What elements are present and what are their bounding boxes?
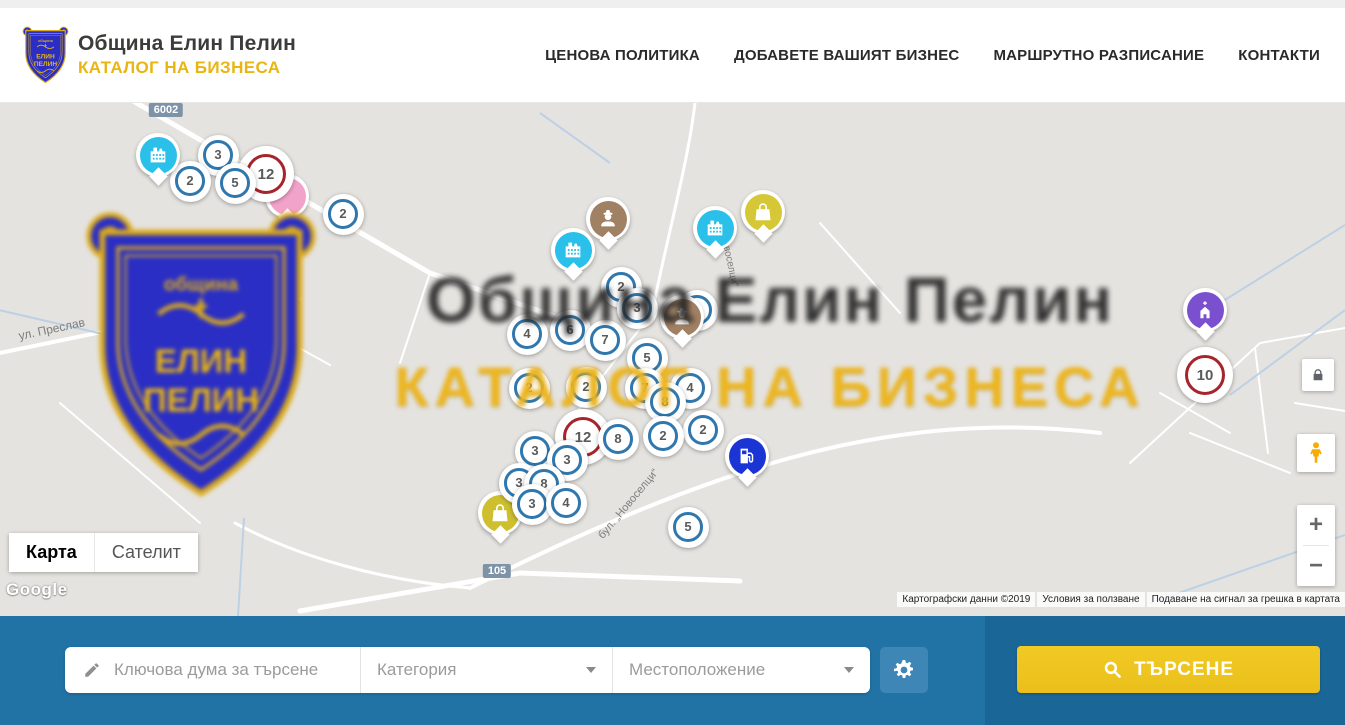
site-title: Община Елин Пелин: [78, 32, 296, 56]
map-cluster-marker[interactable]: 2: [643, 416, 684, 457]
map-cluster-marker[interactable]: 4: [546, 483, 587, 524]
site-subtitle: КАТАЛОГ НА БИЗНЕСА: [78, 58, 296, 78]
google-logo[interactable]: Google: [6, 580, 68, 600]
map-pin-marker[interactable]: [1183, 288, 1227, 338]
map-lock-button[interactable]: [1302, 359, 1334, 391]
pencil-icon: [83, 661, 101, 679]
map-cluster-marker[interactable]: 2: [509, 368, 550, 409]
map-type-control: Карта Сателит: [9, 533, 198, 572]
category-dropdown-label: Категория: [377, 660, 456, 680]
keyword-search-input[interactable]: [114, 660, 354, 680]
category-dropdown[interactable]: Категория: [360, 647, 612, 693]
map-cluster-marker[interactable]: 2: [566, 367, 607, 408]
gear-icon: [892, 658, 916, 682]
zoom-in-button[interactable]: +: [1297, 505, 1335, 545]
brand[interactable]: община ЕЛИН ПЕЛИН Община Елин Пелин КАТА…: [22, 26, 296, 84]
map-zoom-control: + −: [1297, 505, 1335, 586]
map-cluster-marker[interactable]: 3: [617, 288, 658, 329]
map-cluster-marker[interactable]: 7: [585, 320, 626, 361]
chevron-down-icon: [844, 667, 854, 673]
main-nav: ЦЕНОВА ПОЛИТИКА ДОБАВЕТЕ ВАШИЯТ БИЗНЕС М…: [545, 8, 1320, 102]
map-pin-marker[interactable]: [136, 133, 180, 183]
map-cluster-marker[interactable]: 10: [1177, 347, 1233, 403]
nav-item-route-schedule[interactable]: МАРШРУТНО РАЗПИСАНИЕ: [993, 47, 1204, 64]
terms-of-use-link[interactable]: Условия за ползване: [1037, 592, 1144, 607]
map-cluster-marker[interactable]: 6: [550, 310, 591, 351]
road-number-label: 6002: [149, 103, 183, 117]
page-top-strip: [0, 0, 1345, 8]
search-bar: Категория Местоположение ТЪРСЕНЕ: [0, 616, 1345, 725]
nav-item-pricing[interactable]: ЦЕНОВА ПОЛИТИКА: [545, 47, 700, 64]
search-icon: [1103, 660, 1122, 679]
map-cluster-marker[interactable]: 4: [507, 314, 548, 355]
advanced-settings-button[interactable]: [880, 647, 928, 693]
lock-icon: [1311, 368, 1325, 382]
site-header: община ЕЛИН ПЕЛИН Община Елин Пелин КАТА…: [0, 8, 1345, 103]
map-pin-marker[interactable]: [660, 295, 704, 345]
street-view-pegman-button[interactable]: [1297, 434, 1335, 472]
map-pin-marker[interactable]: [741, 190, 785, 240]
municipality-crest-logo: община ЕЛИН ПЕЛИН: [22, 26, 69, 84]
nav-item-add-business[interactable]: ДОБАВЕТЕ ВАШИЯТ БИЗНЕС: [734, 47, 959, 64]
location-dropdown-label: Местоположение: [629, 660, 765, 680]
map-cluster-marker[interactable]: 2: [683, 410, 724, 451]
search-input-group: Категория Местоположение: [65, 647, 870, 693]
map-attribution: Картографски данни ©2019 Условия за полз…: [897, 592, 1345, 607]
nav-item-contacts[interactable]: КОНТАКТИ: [1238, 47, 1320, 64]
map-pin-marker[interactable]: [693, 206, 737, 256]
road-number-label: 105: [483, 564, 511, 578]
map-cluster-marker[interactable]: 8: [598, 419, 639, 460]
chevron-down-icon: [586, 667, 596, 673]
search-button-label: ТЪРСЕНЕ: [1134, 659, 1234, 681]
map-type-satellite-button[interactable]: Сателит: [94, 533, 198, 572]
attribution-copyright: Картографски данни ©2019: [897, 592, 1035, 607]
map-cluster-marker[interactable]: 2: [323, 194, 364, 235]
map-cluster-marker[interactable]: 5: [668, 507, 709, 548]
search-submit-button[interactable]: ТЪРСЕНЕ: [1017, 646, 1320, 693]
map-cluster-marker[interactable]: 5: [215, 163, 256, 204]
map-pin-marker[interactable]: [551, 228, 595, 278]
map-pin-marker[interactable]: [725, 434, 769, 484]
keyword-section: [65, 647, 360, 693]
svg-text:ЕЛИН: ЕЛИН: [36, 53, 55, 60]
report-map-error-link[interactable]: Подаване на сигнал за грешка в картата: [1147, 592, 1345, 607]
svg-text:ПЕЛИН: ПЕЛИН: [34, 61, 57, 68]
location-dropdown[interactable]: Местоположение: [612, 647, 870, 693]
zoom-out-button[interactable]: −: [1297, 546, 1335, 586]
svg-text:община: община: [38, 39, 54, 43]
pegman-icon: [1304, 441, 1328, 465]
google-map[interactable]: 6002105ул. Преславбул. „Новоселци“„Новос…: [0, 103, 1345, 616]
map-type-map-button[interactable]: Карта: [9, 533, 94, 572]
